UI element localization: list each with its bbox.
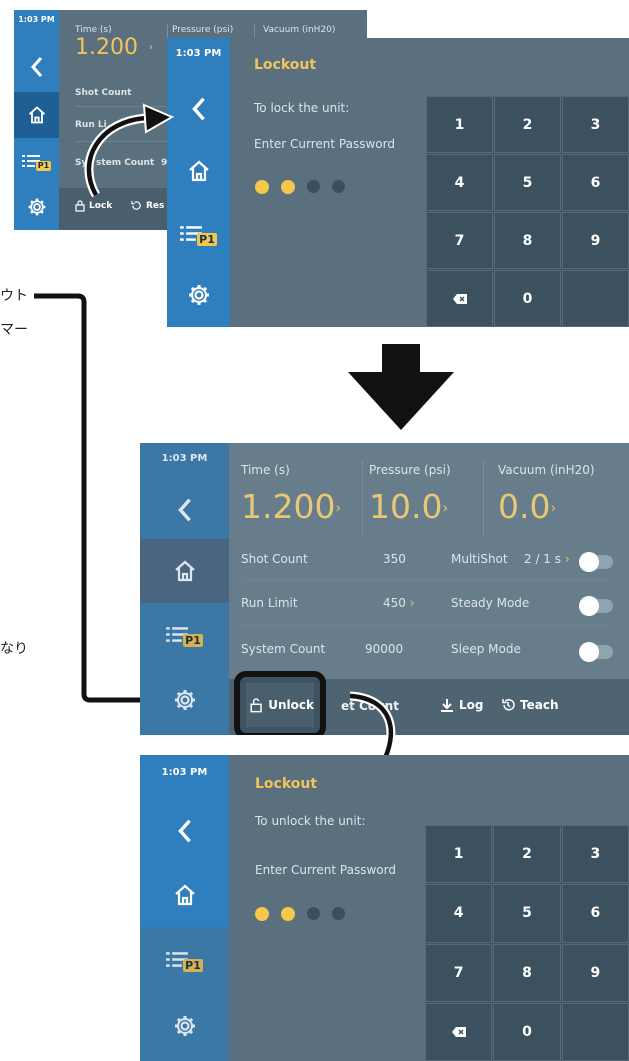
pressure-label: Pressure (psi) xyxy=(369,463,451,477)
time-label: Time (s) xyxy=(241,463,290,477)
time-value[interactable]: 1.200› xyxy=(241,487,341,526)
home-button[interactable] xyxy=(140,539,229,603)
system-count-label: System Count xyxy=(241,642,326,656)
divider xyxy=(362,461,363,536)
log-download-icon xyxy=(441,698,453,712)
key-5[interactable]: 5 xyxy=(493,884,561,943)
chevron-icon: › xyxy=(335,500,342,517)
key-7[interactable]: 7 xyxy=(425,943,493,1002)
sidebar: 1:03 PM P1 xyxy=(140,443,229,735)
key-8[interactable]: 8 xyxy=(493,943,561,1002)
settings-button[interactable] xyxy=(140,991,229,1061)
unlock-button-inner: Unlock xyxy=(246,683,314,727)
run-limit-label: Run Limit xyxy=(241,596,298,610)
run-limit-value[interactable]: 450 › xyxy=(383,596,415,610)
password-dot-empty xyxy=(307,907,320,920)
backspace-key[interactable] xyxy=(425,1002,493,1061)
key-1[interactable]: 1 xyxy=(425,825,493,884)
sleep-mode-label: Sleep Mode xyxy=(451,642,521,656)
unlock-button[interactable]: Unlock xyxy=(234,671,326,735)
password-prompt: Enter Current Password xyxy=(255,863,396,877)
time-value-text: 1.200 xyxy=(241,487,336,526)
clock: 1:03 PM xyxy=(161,767,208,778)
home-button[interactable] xyxy=(140,863,229,927)
down-arrow-icon xyxy=(348,344,454,430)
chevron-icon: › xyxy=(409,596,415,610)
shot-count-value: 350 xyxy=(383,552,406,566)
teach-button[interactable]: Teach xyxy=(501,698,558,712)
chevron-icon: › xyxy=(564,552,570,566)
backspace-icon xyxy=(451,1026,466,1037)
unlock-label: Unlock xyxy=(268,698,314,712)
programs-button[interactable]: P1 xyxy=(140,927,229,991)
multishot-value[interactable]: 2 / 1 s › xyxy=(524,552,570,566)
sidebar: 1:03 PM P1 xyxy=(140,755,229,1061)
program-badge: P1 xyxy=(183,958,203,972)
back-button[interactable] xyxy=(140,479,229,541)
log-label: Log xyxy=(459,698,484,712)
clock: 1:03 PM xyxy=(161,453,208,464)
sleep-mode-toggle[interactable] xyxy=(579,642,613,662)
multishot-value-text: 2 / 1 s xyxy=(524,552,562,566)
multishot-toggle[interactable] xyxy=(579,552,613,572)
multishot-label: MultiShot xyxy=(451,552,508,566)
teach-history-icon xyxy=(502,699,515,711)
system-count-value: 90000 xyxy=(365,642,404,656)
divider xyxy=(483,461,484,536)
vacuum-value-text: 0.0 xyxy=(498,487,551,526)
lockout-title: Lockout xyxy=(255,776,318,792)
key-0[interactable]: 0 xyxy=(493,1002,561,1061)
vacuum-value[interactable]: 0.0› xyxy=(498,487,556,526)
chevron-icon: › xyxy=(550,500,557,517)
lockout-instruction: To unlock the unit: xyxy=(255,814,366,828)
home-icon xyxy=(174,560,195,582)
shot-count-label: Shot Count xyxy=(241,552,308,566)
settings-button[interactable] xyxy=(140,669,229,731)
key-6[interactable]: 6 xyxy=(561,884,629,943)
program-badge: P1 xyxy=(183,633,203,647)
back-chevron-icon xyxy=(177,819,191,843)
unlock-icon xyxy=(250,697,262,712)
key-4[interactable]: 4 xyxy=(425,884,493,943)
key-9[interactable]: 9 xyxy=(561,943,629,1002)
key-3[interactable]: 3 xyxy=(561,825,629,884)
home-icon xyxy=(174,884,195,906)
run-limit-value-text: 450 xyxy=(383,596,406,610)
teach-label: Teach xyxy=(520,698,559,712)
divider xyxy=(241,625,611,626)
vacuum-label: Vacuum (inH20) xyxy=(498,463,595,477)
settings-gear-icon xyxy=(174,1016,195,1036)
steady-mode-toggle[interactable] xyxy=(579,596,613,616)
password-dot-filled xyxy=(281,907,295,921)
key-blank xyxy=(561,1002,629,1061)
keypad: 1 2 3 4 5 6 7 8 9 0 xyxy=(425,825,629,1061)
settings-gear-icon xyxy=(174,690,195,710)
back-chevron-icon xyxy=(177,498,191,522)
password-dot-empty xyxy=(332,907,345,920)
password-dots xyxy=(255,907,345,921)
lockout-screen-unlock: 1:03 PM P1 Lockout To unlock the unit: E… xyxy=(140,755,629,1061)
chevron-icon: › xyxy=(442,500,449,517)
pressure-value-text: 10.0 xyxy=(369,487,443,526)
divider xyxy=(241,579,611,580)
pressure-value[interactable]: 10.0› xyxy=(369,487,448,526)
log-button[interactable]: Log xyxy=(441,698,483,712)
back-button[interactable] xyxy=(140,799,229,863)
key-2[interactable]: 2 xyxy=(493,825,561,884)
password-dot-filled xyxy=(255,907,269,921)
programs-button[interactable]: P1 xyxy=(140,603,229,665)
steady-mode-label: Steady Mode xyxy=(451,596,530,610)
main-content: Lockout To unlock the unit: Enter Curren… xyxy=(229,755,629,1061)
